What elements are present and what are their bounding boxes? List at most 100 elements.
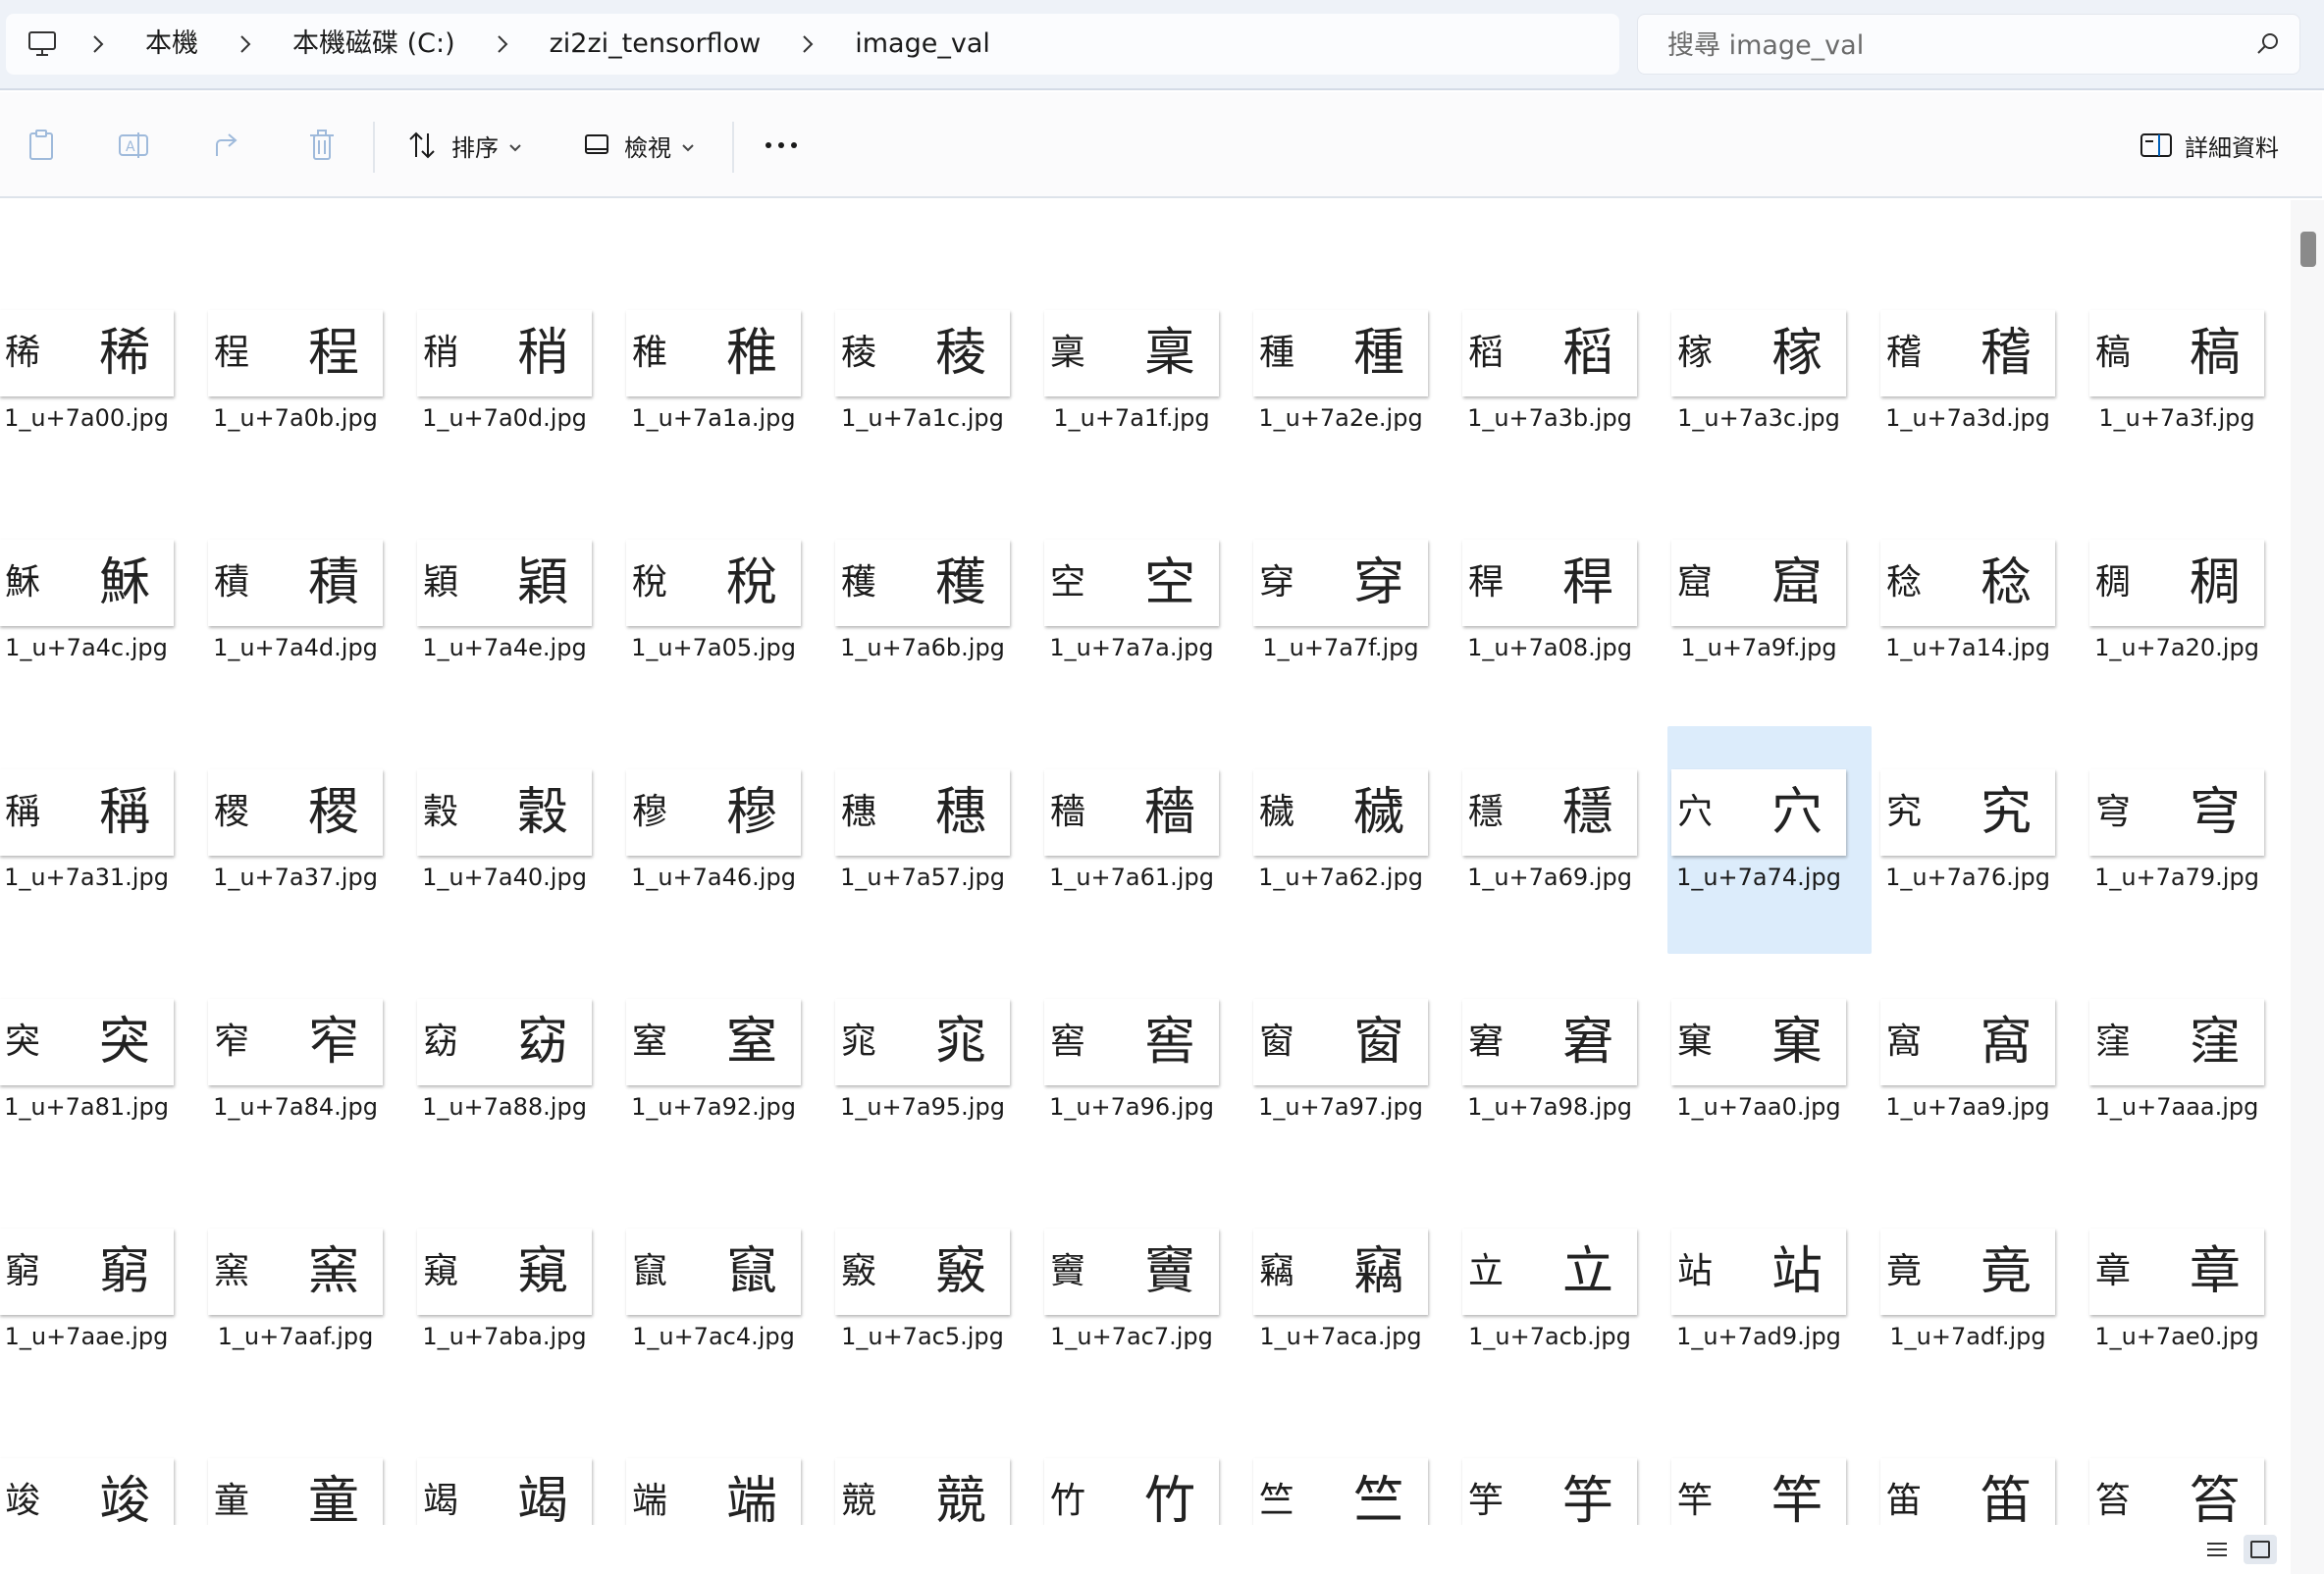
file-thumbnail: 稱稱 — [0, 769, 174, 856]
file-item[interactable]: 稜稜 1_u+7a1c.jpg — [831, 267, 1040, 497]
chevron-right-icon[interactable] — [780, 34, 835, 54]
file-item[interactable]: 竟竟 1_u+7adf.jpg — [1876, 1185, 2086, 1415]
file-item[interactable]: 稻稻 1_u+7a3b.jpg — [1458, 267, 1667, 497]
paste-icon[interactable] — [22, 126, 61, 165]
thumbnail-glyph-source: 穀 — [423, 792, 459, 832]
breadcrumb-item-folder[interactable]: zi2zi_tensorflow — [530, 14, 781, 75]
file-item[interactable]: 程程 1_u+7a0b.jpg — [204, 267, 413, 497]
search-icon[interactable] — [2254, 30, 2282, 58]
file-item[interactable]: 竣竣 — [0, 1415, 204, 1525]
file-thumbnail: 突突 — [0, 999, 174, 1085]
file-item[interactable]: 稽稽 1_u+7a3d.jpg — [1876, 267, 2086, 497]
file-item[interactable]: 穎穎 1_u+7a4e.jpg — [413, 497, 622, 726]
file-item[interactable]: 稠稠 1_u+7a20.jpg — [2086, 497, 2289, 726]
file-item[interactable]: 稼稼 1_u+7a3c.jpg — [1667, 267, 1876, 497]
file-item[interactable]: 競競 — [831, 1415, 1040, 1525]
file-item[interactable]: 積積 1_u+7a4d.jpg — [204, 497, 413, 726]
file-grid-view[interactable]: 稀稀 1_u+7a00.jpg 程程 1_u+7a0b.jpg 稍稍 1_u+7a0d.j… — [0, 200, 2289, 1525]
file-item[interactable]: 窪窪 1_u+7aaa.jpg — [2086, 956, 2289, 1185]
chevron-right-icon[interactable] — [475, 34, 530, 54]
file-item[interactable]: 穿穿 1_u+7a7f.jpg — [1249, 497, 1458, 726]
file-item[interactable]: 空空 1_u+7a7a.jpg — [1040, 497, 1249, 726]
file-item[interactable]: 窺窺 1_u+7aba.jpg — [413, 1185, 622, 1415]
file-item[interactable]: 種種 1_u+7a2e.jpg — [1249, 267, 1458, 497]
file-name: 1_u+7a7a.jpg — [1049, 634, 1214, 661]
file-item[interactable]: 窖窖 1_u+7a96.jpg — [1040, 956, 1249, 1185]
chevron-right-icon[interactable] — [218, 34, 273, 54]
chevron-right-icon[interactable] — [71, 34, 126, 54]
search-box[interactable] — [1637, 14, 2300, 76]
file-item[interactable]: 竽竽 — [1458, 1415, 1667, 1525]
file-item[interactable]: 突突 1_u+7a81.jpg — [0, 956, 204, 1185]
file-item[interactable]: 竭竭 — [413, 1415, 622, 1525]
file-item[interactable]: 笞笞 — [2086, 1415, 2289, 1525]
file-item[interactable]: 窮窮 1_u+7aae.jpg — [0, 1185, 204, 1415]
file-item[interactable]: 穢穢 1_u+7a62.jpg — [1249, 726, 1458, 956]
file-item[interactable]: 站站 1_u+7ad9.jpg — [1667, 1185, 1876, 1415]
file-item[interactable]: 稟稟 1_u+7a1f.jpg — [1040, 267, 1249, 497]
file-item[interactable]: 竹竹 — [1040, 1415, 1249, 1525]
file-item[interactable]: 笛笛 — [1876, 1415, 2086, 1525]
file-item[interactable]: 稅稅 1_u+7a05.jpg — [622, 497, 831, 726]
breadcrumb-item-current[interactable]: image_val — [835, 14, 1010, 75]
delete-icon[interactable] — [302, 126, 342, 165]
file-item[interactable]: 竅竅 1_u+7ac5.jpg — [831, 1185, 1040, 1415]
file-item[interactable]: 穗穗 1_u+7a57.jpg — [831, 726, 1040, 956]
file-item[interactable]: 稷稷 1_u+7a37.jpg — [204, 726, 413, 956]
file-item[interactable]: 窩窩 1_u+7aa9.jpg — [1876, 956, 2086, 1185]
file-item[interactable]: 稿稿 1_u+7a3f.jpg — [2086, 267, 2289, 497]
share-icon[interactable] — [208, 126, 247, 165]
file-item[interactable]: 窘窘 1_u+7a98.jpg — [1458, 956, 1667, 1185]
file-item[interactable]: 窕窕 1_u+7a95.jpg — [831, 956, 1040, 1185]
file-item[interactable]: 窯窯 1_u+7aaf.jpg — [204, 1185, 413, 1415]
file-item[interactable]: 窗窗 1_u+7a97.jpg — [1249, 956, 1458, 1185]
file-item[interactable]: 穡穡 1_u+7a61.jpg — [1040, 726, 1249, 956]
file-item[interactable]: 稈稈 1_u+7a08.jpg — [1458, 497, 1667, 726]
file-item[interactable]: 穩穩 1_u+7a69.jpg — [1458, 726, 1667, 956]
file-item[interactable]: 稀稀 1_u+7a00.jpg — [0, 267, 204, 497]
file-item[interactable]: 穫穫 1_u+7a6b.jpg — [831, 497, 1040, 726]
rename-icon[interactable]: A — [114, 126, 153, 165]
file-item[interactable]: 窄窄 1_u+7a84.jpg — [204, 956, 413, 1185]
file-thumbnail: 窗窗 — [1253, 999, 1428, 1085]
large-icons-view-icon[interactable] — [2244, 1535, 2277, 1564]
file-item[interactable]: 稚稚 1_u+7a1a.jpg — [622, 267, 831, 497]
file-item[interactable]: 窈窈 1_u+7a88.jpg — [413, 956, 622, 1185]
sort-button[interactable]: 排序 — [406, 118, 522, 173]
file-item[interactable]: 穴穴 1_u+7a74.jpg — [1667, 726, 1876, 956]
file-item[interactable]: 窒窒 1_u+7a92.jpg — [622, 956, 831, 1185]
view-button[interactable]: 檢視 — [583, 118, 695, 173]
file-item[interactable]: 究究 1_u+7a76.jpg — [1876, 726, 2086, 956]
search-input[interactable] — [1665, 15, 2219, 76]
file-item[interactable]: 稍稍 1_u+7a0d.jpg — [413, 267, 622, 497]
file-item[interactable]: 竇竇 1_u+7ac7.jpg — [1040, 1185, 1249, 1415]
file-item[interactable]: 童童 — [204, 1415, 413, 1525]
more-options-icon[interactable] — [762, 126, 801, 165]
file-item[interactable]: 稔稔 1_u+7a14.jpg — [1876, 497, 2086, 726]
file-item[interactable]: 穌穌 1_u+7a4c.jpg — [0, 497, 204, 726]
details-pane-button[interactable]: 詳細資料 — [2139, 118, 2279, 173]
scrollbar-thumb[interactable] — [2300, 232, 2316, 267]
breadcrumb-item-this-pc[interactable]: 本機 — [126, 14, 218, 75]
file-item[interactable]: 立立 1_u+7acb.jpg — [1458, 1185, 1667, 1415]
file-name: 1_u+7a14.jpg — [1885, 634, 2050, 661]
file-item[interactable]: 穀穀 1_u+7a40.jpg — [413, 726, 622, 956]
breadcrumb-item-local-disk[interactable]: 本機磁碟 (C:) — [273, 14, 475, 75]
file-item[interactable]: 稱稱 1_u+7a31.jpg — [0, 726, 204, 956]
file-item[interactable]: 窟窟 1_u+7a9f.jpg — [1667, 497, 1876, 726]
file-item[interactable]: 穆穆 1_u+7a46.jpg — [622, 726, 831, 956]
file-item[interactable]: 竄竄 1_u+7ac4.jpg — [622, 1185, 831, 1415]
file-item[interactable]: 章章 1_u+7ae0.jpg — [2086, 1185, 2289, 1415]
file-item[interactable]: 窠窠 1_u+7aa0.jpg — [1667, 956, 1876, 1185]
file-item[interactable]: 竿竿 — [1667, 1415, 1876, 1525]
file-thumbnail: 童童 — [208, 1458, 383, 1525]
file-item[interactable]: 竺竺 — [1249, 1415, 1458, 1525]
breadcrumb[interactable]: 本機 本機磁碟 (C:) zi2zi_tensorflow image_val — [6, 14, 1619, 75]
computer-icon[interactable] — [14, 14, 71, 75]
file-item[interactable]: 穹穹 1_u+7a79.jpg — [2086, 726, 2289, 956]
file-item[interactable]: 竊竊 1_u+7aca.jpg — [1249, 1185, 1458, 1415]
file-item[interactable]: 端端 — [622, 1415, 831, 1525]
details-view-icon[interactable] — [2200, 1535, 2234, 1564]
thumbnail-glyph-target: 笛 — [1980, 1472, 2032, 1525]
vertical-scrollbar[interactable] — [2291, 200, 2324, 1574]
